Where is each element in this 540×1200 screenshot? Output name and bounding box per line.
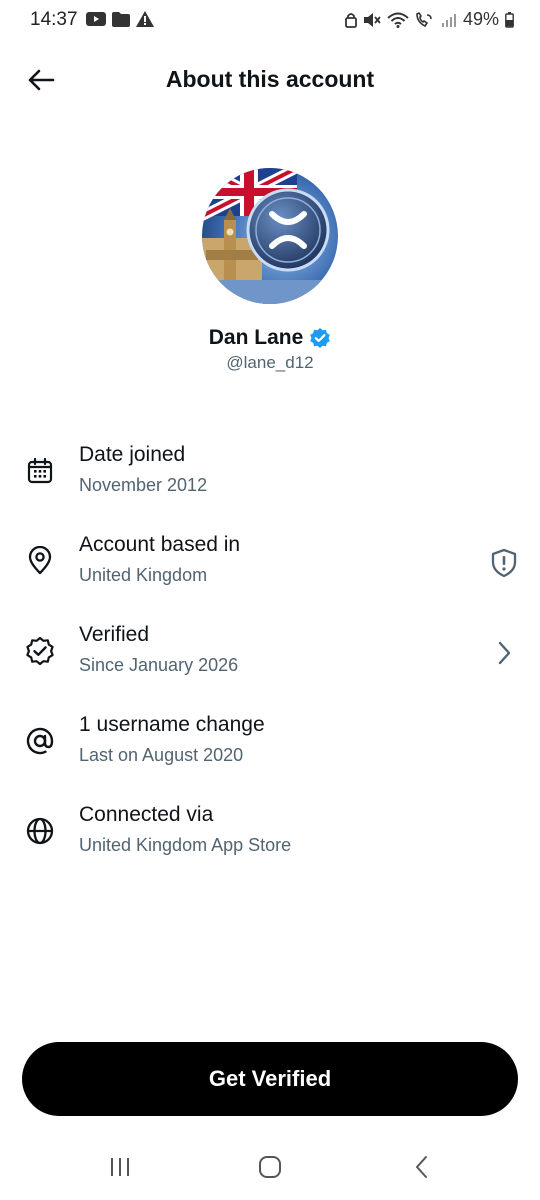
row-title: 1 username change bbox=[79, 713, 265, 736]
get-verified-button[interactable]: Get Verified bbox=[22, 1042, 518, 1116]
row-title: Verified bbox=[79, 623, 150, 646]
mute-icon bbox=[363, 12, 381, 27]
home-icon[interactable] bbox=[250, 1152, 290, 1182]
at-sign-icon bbox=[22, 723, 58, 759]
row-title: Connected via bbox=[79, 803, 214, 826]
row-subtitle: United Kingdom bbox=[79, 565, 208, 585]
row-title: Account based in bbox=[79, 533, 241, 556]
status-time: 14:37 bbox=[30, 9, 78, 30]
back-icon[interactable] bbox=[402, 1152, 442, 1182]
row-subtitle: United Kingdom App Store bbox=[79, 835, 292, 855]
globe-icon bbox=[22, 813, 58, 849]
battery-percent: 49% bbox=[462, 9, 499, 29]
detail-row-date-joined: Date joined November 2012 bbox=[0, 443, 540, 523]
notification-icons bbox=[86, 11, 154, 27]
detail-row-connected-via: Connected via United Kingdom App Store bbox=[0, 803, 540, 883]
detail-row-verified[interactable]: Verified Since January 2026 bbox=[0, 623, 540, 703]
row-subtitle: November 2012 bbox=[79, 475, 208, 495]
system-icons: 49% bbox=[345, 9, 514, 30]
row-subtitle: Since January 2026 bbox=[79, 655, 239, 675]
youtube-icon bbox=[86, 12, 106, 26]
profile-handle: @lane_d12 bbox=[226, 353, 314, 372]
wifi-icon bbox=[387, 12, 409, 28]
battery-icon bbox=[505, 11, 514, 28]
row-subtitle: Last on August 2020 bbox=[79, 745, 244, 765]
header: About this account bbox=[0, 56, 540, 104]
chevron-right-icon[interactable] bbox=[486, 635, 522, 671]
recent-apps-icon[interactable] bbox=[100, 1152, 140, 1182]
verified-check-icon bbox=[310, 328, 331, 348]
verified-badge-icon bbox=[22, 633, 58, 669]
wifi-calling-icon bbox=[416, 11, 432, 27]
profile-name-row: Dan Lane bbox=[0, 326, 540, 350]
row-title: Date joined bbox=[79, 443, 186, 466]
page-title: About this account bbox=[165, 66, 375, 92]
calendar-icon bbox=[22, 453, 58, 489]
shield-alert-icon[interactable] bbox=[486, 545, 522, 581]
location-pin-icon bbox=[22, 543, 58, 579]
lock-icon bbox=[345, 12, 357, 28]
system-nav-bar bbox=[0, 1138, 540, 1200]
detail-row-account-based-in: Account based in United Kingdom bbox=[0, 533, 540, 613]
folder-icon bbox=[112, 11, 130, 27]
signal-icon bbox=[441, 13, 456, 27]
detail-row-username-change: 1 username change Last on August 2020 bbox=[0, 713, 540, 793]
display-name: Dan Lane bbox=[208, 326, 304, 349]
avatar-image bbox=[202, 168, 338, 304]
avatar[interactable] bbox=[202, 168, 338, 304]
status-bar: 14:37 49% bbox=[0, 0, 540, 40]
warning-icon bbox=[136, 11, 154, 27]
